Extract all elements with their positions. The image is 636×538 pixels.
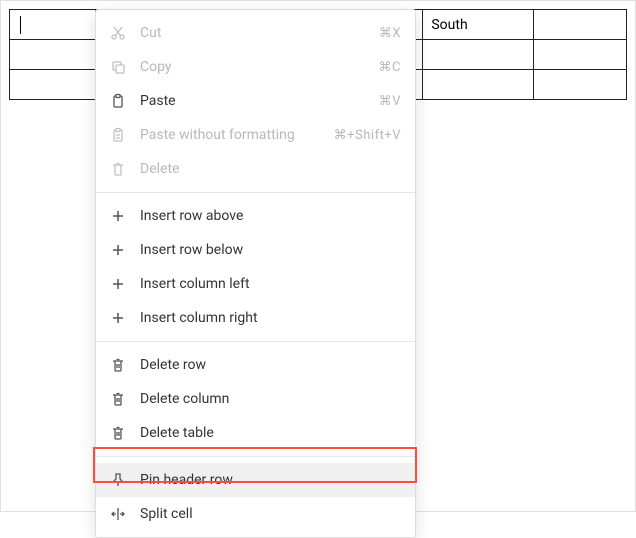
menu-item-delete-table[interactable]: Delete table: [96, 416, 415, 450]
menu-item-delete[interactable]: Delete: [96, 152, 415, 186]
cut-icon: [110, 25, 126, 41]
delete-icon: [110, 161, 126, 177]
trash-icon: [110, 425, 126, 441]
menu-item-split-cell[interactable]: Split cell: [96, 497, 415, 531]
trash-icon: [110, 357, 126, 373]
menu-label: Insert column left: [140, 276, 401, 292]
menu-label: Split cell: [140, 506, 401, 522]
menu-item-paste[interactable]: Paste ⌘V: [96, 84, 415, 118]
menu-item-insert-row-above[interactable]: Insert row above: [96, 199, 415, 233]
menu-item-paste-plain[interactable]: Paste without formatting ⌘+Shift+V: [96, 118, 415, 152]
table-cell[interactable]: South: [423, 10, 534, 40]
menu-label: Pin header row: [140, 472, 401, 488]
menu-item-insert-column-right[interactable]: Insert column right: [96, 301, 415, 335]
split-icon: [110, 506, 126, 522]
table-cell[interactable]: [534, 40, 627, 70]
plus-icon: [110, 310, 126, 326]
menu-item-cut[interactable]: Cut ⌘X: [96, 16, 415, 50]
menu-divider: [96, 192, 415, 193]
plus-icon: [110, 208, 126, 224]
menu-divider: [96, 456, 415, 457]
table-cell[interactable]: [423, 70, 534, 100]
menu-item-insert-column-left[interactable]: Insert column left: [96, 267, 415, 301]
menu-shortcut: ⌘X: [379, 26, 401, 41]
menu-label: Delete table: [140, 425, 401, 441]
table-cell[interactable]: [10, 70, 96, 100]
menu-label: Paste: [140, 93, 379, 109]
plus-icon: [110, 242, 126, 258]
pin-icon: [110, 472, 126, 488]
menu-item-pin-header-row[interactable]: Pin header row: [96, 463, 415, 497]
menu-divider: [96, 341, 415, 342]
menu-label: Delete: [140, 161, 401, 177]
menu-item-copy[interactable]: Copy ⌘C: [96, 50, 415, 84]
menu-shortcut: ⌘C: [379, 60, 401, 75]
menu-label: Cut: [140, 25, 379, 41]
text-cursor: [20, 16, 21, 34]
context-menu: Cut ⌘X Copy ⌘C Paste ⌘V Paste without fo…: [95, 9, 416, 538]
copy-icon: [110, 59, 126, 75]
menu-label: Insert column right: [140, 310, 401, 326]
menu-label: Copy: [140, 59, 379, 75]
menu-label: Delete row: [140, 357, 401, 373]
menu-shortcut: ⌘+Shift+V: [334, 128, 401, 143]
table-cell[interactable]: [534, 70, 627, 100]
plus-icon: [110, 276, 126, 292]
trash-icon: [110, 391, 126, 407]
table-cell[interactable]: [534, 10, 627, 40]
menu-label: Insert row below: [140, 242, 401, 258]
menu-item-delete-column[interactable]: Delete column: [96, 382, 415, 416]
menu-shortcut: ⌘V: [379, 94, 401, 109]
paste-icon: [110, 93, 126, 109]
menu-label: Delete column: [140, 391, 401, 407]
table-cell[interactable]: [10, 40, 96, 70]
paste-plain-icon: [110, 127, 126, 143]
table-cell[interactable]: [10, 10, 96, 40]
menu-item-insert-row-below[interactable]: Insert row below: [96, 233, 415, 267]
menu-label: Paste without formatting: [140, 127, 334, 143]
menu-label: Insert row above: [140, 208, 401, 224]
menu-item-delete-row[interactable]: Delete row: [96, 348, 415, 382]
table-cell[interactable]: [423, 40, 534, 70]
